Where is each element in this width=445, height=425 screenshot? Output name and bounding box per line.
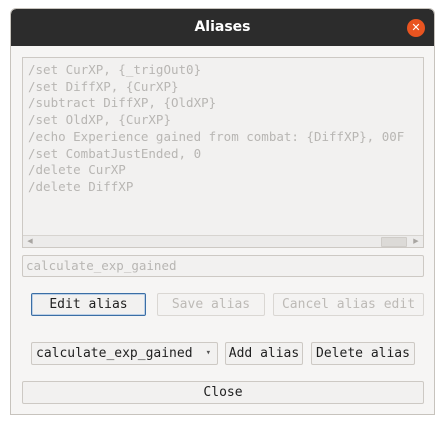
- script-line: /set CombatJustEnded, 0: [28, 145, 202, 161]
- close-window-icon[interactable]: ✕: [407, 19, 425, 37]
- script-line: /set OldXP, {CurXP}: [28, 112, 171, 128]
- save-alias-button[interactable]: Save alias: [157, 293, 265, 316]
- close-button[interactable]: Close: [22, 381, 424, 404]
- scroll-right-icon[interactable]: ▶: [410, 236, 422, 247]
- script-line: /set DiffXP, {CurXP}: [28, 78, 179, 94]
- aliases-dialog: Aliases ✕ /set CurXP, {_trigOut0}/set Di…: [10, 8, 435, 415]
- chevron-down-icon: ▾: [205, 348, 211, 358]
- script-line: /delete DiffXP: [28, 178, 134, 194]
- alias-script-editor[interactable]: /set CurXP, {_trigOut0}/set DiffXP, {Cur…: [22, 57, 424, 248]
- scrollbar-thumb[interactable]: [381, 237, 407, 247]
- cancel-alias-edit-button[interactable]: Cancel alias edit: [273, 293, 424, 316]
- scroll-left-icon[interactable]: ◀: [24, 236, 36, 247]
- alias-name-input[interactable]: calculate_exp_gained: [22, 255, 424, 277]
- delete-alias-button[interactable]: Delete alias: [311, 342, 415, 365]
- alias-select-dropdown[interactable]: calculate_exp_gained ▾: [31, 342, 218, 365]
- edit-alias-button[interactable]: Edit alias: [31, 293, 146, 316]
- title-bar: Aliases ✕: [11, 9, 434, 46]
- window-title: Aliases: [194, 19, 251, 35]
- add-alias-button[interactable]: Add alias: [225, 342, 303, 365]
- script-line: /set CurXP, {_trigOut0}: [28, 62, 202, 77]
- horizontal-scrollbar[interactable]: ◀ ▶: [23, 235, 423, 247]
- alias-script-text: /set CurXP, {_trigOut0}/set DiffXP, {Cur…: [28, 62, 419, 233]
- script-line: /delete CurXP: [28, 162, 126, 178]
- alias-select-value: calculate_exp_gained: [36, 346, 193, 361]
- script-line: /echo Experience gained from combat: {Di…: [28, 128, 405, 144]
- script-line: /subtract DiffXP, {OldXP}: [28, 95, 217, 111]
